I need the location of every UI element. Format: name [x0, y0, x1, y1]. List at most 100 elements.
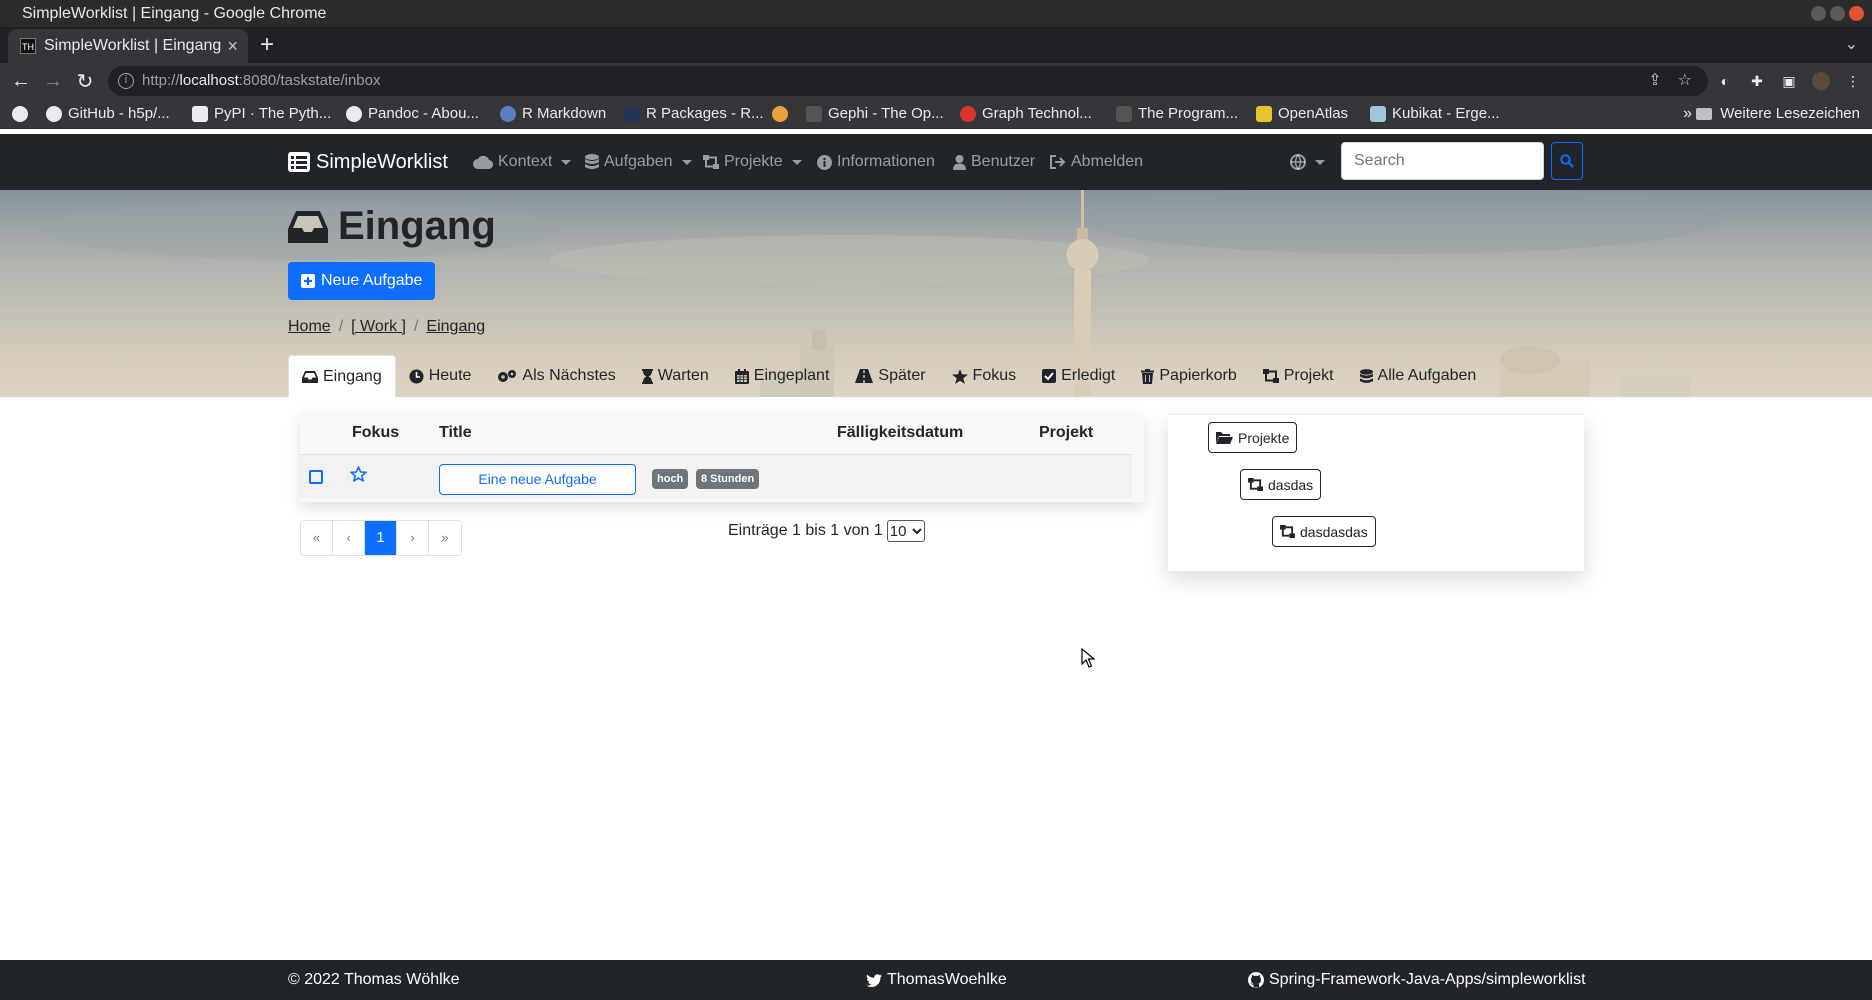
bookmark-0[interactable]: GitHub - h5p/...: [46, 99, 170, 129]
column-header-due[interactable]: Fälligkeitsdatum: [837, 412, 963, 454]
breadcrumb-context[interactable]: [ Work ]: [351, 318, 406, 336]
page-first[interactable]: «: [301, 521, 333, 555]
search-input[interactable]: [1341, 142, 1544, 180]
tree-node-projekte[interactable]: Projekte: [1208, 422, 1298, 453]
bookmark-8[interactable]: The Program...: [1116, 99, 1238, 129]
bookmark-5[interactable]: [772, 99, 794, 129]
hourglass-icon: [641, 368, 653, 384]
column-header-focus[interactable]: Fokus: [352, 412, 399, 454]
profile-avatar[interactable]: [1812, 72, 1830, 90]
reload-icon[interactable]: ↻: [72, 63, 98, 99]
entries-info: Einträge 1 bis 1 von 1 10: [728, 520, 926, 542]
back-icon[interactable]: ←: [8, 63, 34, 99]
site-info-icon[interactable]: i: [118, 73, 134, 89]
tab-erledigt[interactable]: Erledigt: [1029, 355, 1128, 397]
tab-eingeplant[interactable]: Eingeplant: [722, 355, 843, 397]
github-icon: [1248, 972, 1264, 988]
task-checkbox[interactable]: [309, 470, 323, 484]
breadcrumb-separator: /: [338, 318, 344, 335]
column-header-project[interactable]: Projekt: [1039, 412, 1093, 454]
sitemap-icon: [703, 155, 719, 169]
gephi-icon: [806, 106, 822, 122]
tab-als-naechstes[interactable]: Als Nächstes: [484, 355, 628, 397]
brand-link[interactable]: SimpleWorklist: [288, 134, 448, 190]
bookmark-10[interactable]: Kubikat - Erge...: [1370, 99, 1500, 129]
extension-icon[interactable]: ◐: [1716, 72, 1734, 90]
road-icon: [855, 369, 874, 383]
tab-projekt[interactable]: Projekt: [1250, 355, 1347, 397]
close-window-icon[interactable]: [1849, 6, 1864, 21]
nav-kontext[interactable]: Kontext: [473, 134, 572, 190]
bookmark-globe[interactable]: [12, 99, 28, 129]
nav-benutzer[interactable]: Benutzer: [953, 134, 1035, 190]
page-next[interactable]: ›: [397, 521, 429, 555]
maximize-icon[interactable]: [1830, 6, 1845, 21]
minimize-icon[interactable]: [1811, 6, 1826, 21]
page-current[interactable]: 1: [365, 521, 397, 555]
extensions-area: ◐ ✚ ▣ ⋮: [1716, 63, 1862, 99]
bookmark-2[interactable]: Pandoc - Abou...: [346, 99, 479, 129]
bookmark-star-icon[interactable]: ☆: [1678, 66, 1692, 96]
forward-icon[interactable]: →: [40, 63, 66, 99]
window-controls: [1811, 6, 1864, 21]
tab-papierkorb[interactable]: Papierkorb: [1128, 355, 1249, 397]
info-icon: [817, 154, 832, 170]
tab-eingang[interactable]: Eingang: [288, 355, 396, 397]
sitemap-icon: [1262, 369, 1279, 383]
nav-informationen[interactable]: Informationen: [817, 134, 935, 190]
bookmark-7[interactable]: Graph Technol...: [960, 99, 1092, 129]
nav-abmelden[interactable]: Abmelden: [1050, 134, 1143, 190]
bookmarks-overflow-icon[interactable]: »: [1683, 99, 1692, 129]
tab-spaeter[interactable]: Später: [842, 355, 938, 397]
tree-node-dasdas[interactable]: dasdas: [1240, 469, 1322, 500]
bookmark-6[interactable]: Gephi - The Op...: [806, 99, 944, 129]
bookmark-3[interactable]: R Markdown: [500, 99, 606, 129]
new-task-button[interactable]: Neue Aufgabe: [288, 262, 436, 300]
puzzle-icon[interactable]: ✚: [1748, 72, 1766, 90]
footer-github-link[interactable]: Spring-Framework-Java-Apps/simpleworklis…: [1248, 960, 1586, 1000]
tab-close-icon[interactable]: ×: [227, 29, 238, 63]
calendar-icon: [734, 368, 749, 384]
tab-title: SimpleWorklist | Eingang: [44, 37, 222, 54]
sign-out-icon: [1050, 155, 1066, 169]
tab-search-icon[interactable]: ⌄: [1845, 27, 1858, 63]
window-titlebar: SimpleWorklist | Eingang - Google Chrome: [0, 0, 1872, 27]
menu-icon[interactable]: ⋮: [1844, 72, 1862, 90]
gears-icon: [498, 369, 517, 382]
cloud-icon: [473, 155, 493, 169]
share-icon[interactable]: ⇪: [1648, 66, 1661, 96]
kubikat-icon: [1370, 106, 1386, 122]
tab-alle-aufgaben[interactable]: Alle Aufgaben: [1347, 355, 1490, 397]
breadcrumb-home[interactable]: Home: [288, 318, 331, 336]
plus-square-icon: [301, 274, 315, 288]
other-bookmarks[interactable]: Weitere Lesezeichen: [1696, 99, 1860, 129]
task-title-button[interactable]: Eine neue Aufgabe: [439, 464, 636, 495]
page-last[interactable]: »: [429, 521, 461, 555]
globe-icon: [346, 106, 362, 122]
search-button[interactable]: [1551, 142, 1583, 180]
window-title: SimpleWorklist | Eingang - Google Chrome: [22, 5, 327, 22]
column-header-title[interactable]: Title: [439, 412, 472, 454]
language-selector[interactable]: [1290, 134, 1325, 190]
bookmark-1[interactable]: PyPI · The Pyth...: [192, 99, 331, 129]
sidepanel-icon[interactable]: ▣: [1780, 72, 1798, 90]
nav-projekte[interactable]: Projekte: [703, 134, 802, 190]
focus-star-icon[interactable]: [350, 466, 367, 482]
tab-warten[interactable]: Warten: [629, 355, 722, 397]
browser-tab[interactable]: TH SimpleWorklist | Eingang ×: [8, 29, 248, 63]
tree-node-dasdasdas[interactable]: dasdasdas: [1272, 516, 1376, 547]
bookmark-9[interactable]: OpenAtlas: [1256, 99, 1348, 129]
footer-twitter-link[interactable]: ThomasWoehlke: [866, 960, 1007, 1000]
tab-strip: TH SimpleWorklist | Eingang × + ⌄: [0, 27, 1872, 63]
nav-aufgaben[interactable]: Aufgaben: [585, 134, 692, 190]
tab-fokus[interactable]: Fokus: [939, 355, 1030, 397]
page-prev[interactable]: ‹: [333, 521, 365, 555]
bookmark-4[interactable]: R Packages - R...: [624, 99, 764, 129]
address-bar[interactable]: i http://localhost:8080/taskstate/inbox …: [108, 66, 1708, 96]
trash-icon: [1141, 368, 1155, 384]
breadcrumb-current[interactable]: Eingang: [426, 318, 485, 336]
page-size-select[interactable]: 10: [886, 520, 926, 542]
tab-heute[interactable]: Heute: [396, 355, 485, 397]
list-icon: [288, 152, 310, 172]
new-tab-icon[interactable]: +: [260, 27, 274, 63]
